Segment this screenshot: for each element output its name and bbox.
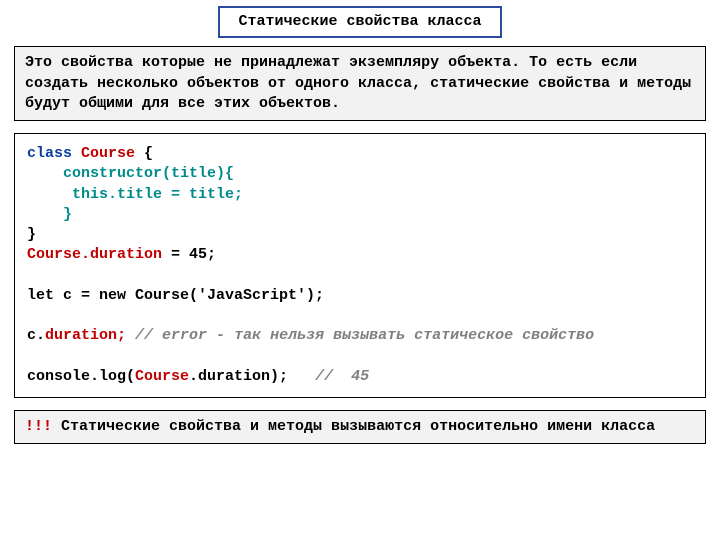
description-text: Это свойства которые не принадлежат экзе…	[25, 54, 691, 112]
code-brace: {	[144, 145, 153, 162]
code-rest: = 45;	[162, 246, 216, 263]
code-comment: // error - так нельзя вызывать статическ…	[126, 327, 594, 344]
code-static-ref: Course.duration	[27, 246, 162, 263]
code-let: let c = new Course('JavaScript');	[27, 287, 324, 304]
code-comment: // 45	[306, 368, 369, 385]
code-brace: }	[27, 226, 36, 243]
code-constructor: constructor(title){	[27, 165, 234, 182]
code-dot: .	[36, 327, 45, 344]
code-classname: Course	[81, 145, 144, 162]
code-box: class Course { constructor(title){ this.…	[14, 133, 706, 398]
heading-wrap: Статические свойства класса	[14, 6, 706, 38]
footer-text: Статические свойства и методы вызываются…	[52, 418, 655, 435]
code-prop: duration;	[45, 327, 126, 344]
footer-bang: !!!	[25, 418, 52, 435]
code-classref: Course	[135, 368, 189, 385]
footer-box: !!! Статические свойства и методы вызыва…	[14, 410, 706, 444]
code-obj: c	[27, 327, 36, 344]
code-body: this.title = title;	[27, 186, 243, 203]
code-post: .duration);	[189, 368, 306, 385]
page-title: Статические свойства класса	[218, 6, 501, 38]
code-console: console.log(	[27, 368, 135, 385]
description-box: Это свойства которые не принадлежат экзе…	[14, 46, 706, 121]
code-brace: }	[27, 206, 72, 223]
code-keyword: class	[27, 145, 81, 162]
